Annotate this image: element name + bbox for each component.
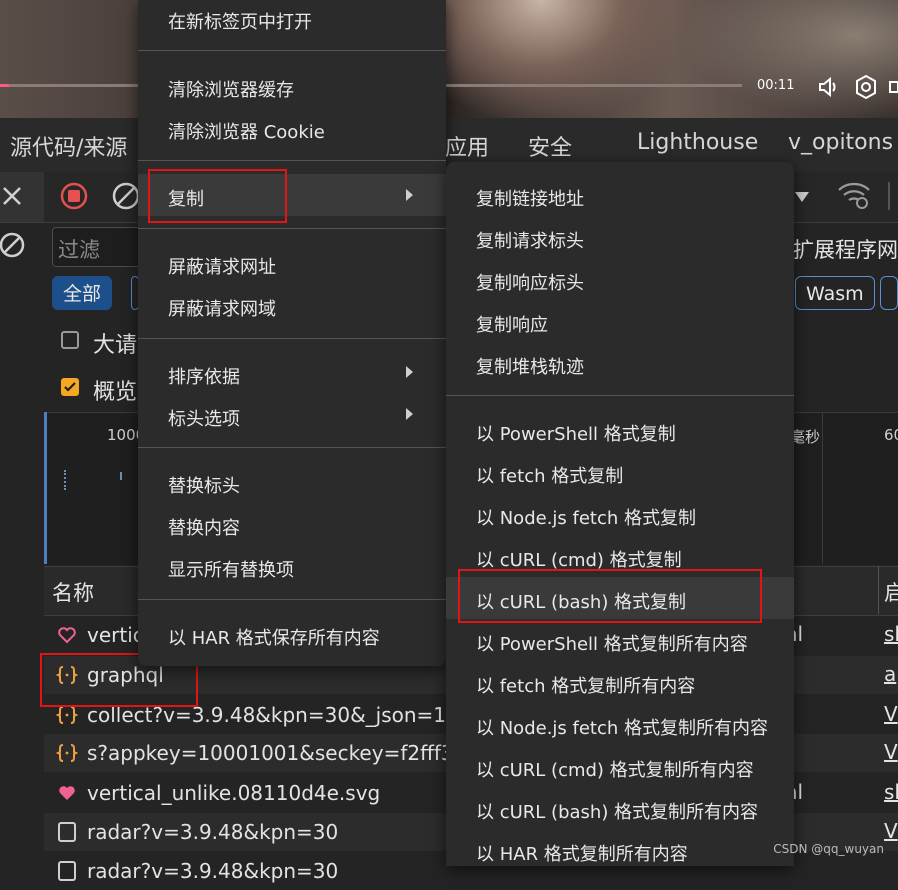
block-requests-icon[interactable] bbox=[0, 230, 28, 264]
submenu-item-copy-all-har[interactable]: 以 HAR 格式复制所有内容 bbox=[476, 840, 688, 866]
request-name: vertical_unlike.08110d4e.svg bbox=[87, 781, 381, 805]
request-name: radar?v=3.9.48&kpn=30 bbox=[87, 820, 339, 844]
submenu-item-copy-nodejs-fetch[interactable]: 以 Node.js fetch 格式复制 bbox=[476, 504, 696, 530]
menu-item-override-content[interactable]: 替换内容 bbox=[168, 514, 240, 540]
timeline-mark bbox=[120, 472, 122, 480]
tab-security[interactable]: 安全 bbox=[528, 130, 572, 162]
submenu-item-copy-all-powershell[interactable]: 以 PowerShell 格式复制所有内容 bbox=[476, 630, 748, 656]
submenu-item-copy-request-headers[interactable]: 复制请求标头 bbox=[476, 227, 584, 253]
row-initiator-link[interactable]: a bbox=[884, 662, 896, 686]
menu-item-override-headers[interactable]: 替换标头 bbox=[168, 472, 240, 498]
type-chip-wasm[interactable]: Wasm bbox=[795, 276, 875, 310]
submenu-arrow-icon bbox=[406, 189, 413, 201]
close-icon bbox=[3, 187, 21, 205]
timeline-mark bbox=[64, 470, 68, 490]
menu-item-header-options[interactable]: 标头选项 bbox=[168, 405, 240, 431]
menu-item-clear-cookie[interactable]: 清除浏览器 Cookie bbox=[168, 118, 325, 144]
large-rows-label: 大请 bbox=[93, 333, 138, 358]
checkmark-icon bbox=[64, 382, 76, 392]
dropdown-arrow-icon[interactable] bbox=[794, 188, 810, 207]
fullscreen-icon[interactable] bbox=[888, 74, 898, 100]
record-stop-button[interactable] bbox=[58, 180, 90, 212]
submenu-item-copy-fetch[interactable]: 以 fetch 格式复制 bbox=[476, 462, 623, 488]
menu-item-save-har[interactable]: 以 HAR 格式保存所有内容 bbox=[168, 624, 380, 650]
submenu-item-copy-stack[interactable]: 复制堆栈轨迹 bbox=[476, 353, 584, 379]
video-time: 00:11 bbox=[757, 78, 795, 93]
request-name: radar?v=3.9.48&kpn=30 bbox=[87, 859, 339, 883]
column-name[interactable]: 名称 bbox=[52, 577, 94, 607]
menu-item-clear-cache[interactable]: 清除浏览器缓存 bbox=[168, 76, 294, 102]
watermark: CSDN @qq_wuyan bbox=[773, 842, 884, 856]
heart-filled-icon bbox=[56, 774, 78, 812]
submenu-item-copy-link[interactable]: 复制链接地址 bbox=[476, 185, 584, 211]
menu-separator bbox=[138, 599, 446, 600]
column-right[interactable]: 启 bbox=[884, 577, 898, 607]
menu-separator bbox=[138, 160, 446, 161]
menu-separator bbox=[138, 228, 446, 229]
menu-item-block-url[interactable]: 屏蔽请求网址 bbox=[168, 253, 276, 279]
close-drawer-button[interactable] bbox=[0, 172, 44, 222]
timeline-gridline bbox=[822, 412, 823, 564]
menu-separator bbox=[138, 50, 446, 51]
request-name: s?appkey=10001001&seckey=f2fff38 bbox=[87, 741, 467, 765]
submenu-item-copy-all-curl-cmd[interactable]: 以 cURL (cmd) 格式复制所有内容 bbox=[476, 756, 754, 782]
menu-item-sort-by[interactable]: 排序依据 bbox=[168, 363, 240, 389]
row-initiator-link[interactable]: V bbox=[884, 819, 898, 843]
menu-separator bbox=[138, 447, 446, 448]
type-chip-other[interactable] bbox=[880, 276, 898, 310]
menu-separator bbox=[446, 395, 794, 396]
large-rows-checkbox[interactable] bbox=[61, 331, 79, 349]
timeline-tick-unit: 毫秒 bbox=[790, 428, 821, 446]
tab-application[interactable]: 应用 bbox=[445, 130, 489, 162]
column-divider[interactable] bbox=[878, 566, 879, 614]
network-conditions-icon[interactable] bbox=[836, 178, 872, 214]
menu-item-block-domain[interactable]: 屏蔽请求网域 bbox=[168, 295, 276, 321]
overview-selection-handle[interactable] bbox=[44, 412, 47, 564]
submenu-arrow-icon bbox=[406, 366, 413, 378]
menu-separator bbox=[138, 338, 446, 339]
video-frame bbox=[445, 0, 685, 118]
tab-sources[interactable]: 源代码/来源 bbox=[10, 130, 127, 162]
filter-placeholder: 过滤 bbox=[58, 238, 100, 262]
overview-checkbox[interactable] bbox=[61, 378, 79, 396]
extension-url-label[interactable]: 扩展程序网址 bbox=[793, 234, 898, 264]
document-icon bbox=[56, 852, 78, 890]
submenu-item-copy-response-headers[interactable]: 复制响应标头 bbox=[476, 269, 584, 295]
json-braces-icon bbox=[55, 734, 79, 772]
settings-icon[interactable] bbox=[853, 74, 879, 100]
video-frame-right bbox=[680, 0, 898, 118]
curl-bash-highlight-box bbox=[458, 569, 762, 623]
overview-label: 概览 bbox=[93, 380, 138, 405]
submenu-arrow-icon bbox=[406, 408, 413, 420]
submenu-item-copy-response[interactable]: 复制响应 bbox=[476, 311, 548, 337]
heart-outline-icon bbox=[56, 616, 78, 654]
submenu-item-copy-all-curl-bash[interactable]: 以 cURL (bash) 格式复制所有内容 bbox=[476, 798, 758, 824]
submenu-item-copy-powershell[interactable]: 以 PowerShell 格式复制 bbox=[476, 420, 676, 446]
record-stop-icon bbox=[60, 182, 88, 210]
document-icon bbox=[56, 813, 78, 851]
tab-custom[interactable]: v_opitons bbox=[788, 130, 893, 155]
volume-icon[interactable] bbox=[816, 74, 842, 100]
menu-item-show-overrides[interactable]: 显示所有替换项 bbox=[168, 556, 294, 582]
submenu-item-copy-all-fetch[interactable]: 以 fetch 格式复制所有内容 bbox=[476, 672, 695, 698]
toolbar-divider bbox=[888, 182, 890, 210]
video-progress-fill bbox=[0, 84, 9, 87]
row-initiator-link[interactable]: sl bbox=[884, 780, 898, 804]
row-initiator-link[interactable]: V bbox=[884, 702, 898, 726]
menu-item-open-new-tab[interactable]: 在新标签页中打开 bbox=[168, 8, 312, 34]
type-chip-all[interactable]: 全部 bbox=[52, 276, 113, 310]
tab-lighthouse[interactable]: Lighthouse bbox=[637, 130, 758, 155]
submenu-item-copy-all-nodejs-fetch[interactable]: 以 Node.js fetch 格式复制所有内容 bbox=[476, 714, 768, 740]
row-initiator-link[interactable]: sl bbox=[884, 622, 898, 646]
copy-highlight-box bbox=[148, 169, 287, 223]
timeline-tick-far: 60 bbox=[884, 426, 898, 444]
row-initiator-link[interactable]: V bbox=[884, 740, 898, 764]
video-player[interactable] bbox=[0, 0, 898, 118]
